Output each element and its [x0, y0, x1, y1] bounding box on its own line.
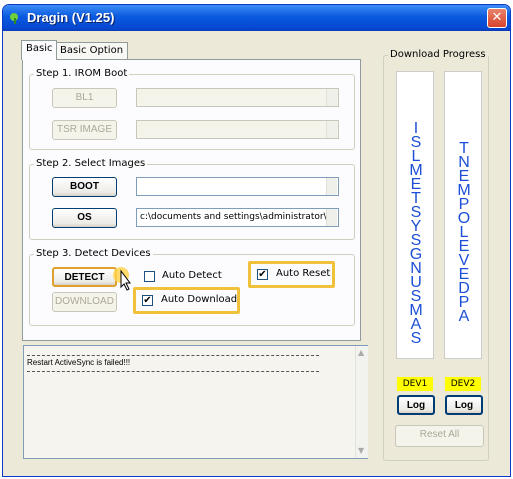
tab-panel-basic: Step 1. IROM Boot BL1 TSR IMAGE Step 2. …	[22, 59, 361, 341]
os-button[interactable]: OS	[52, 208, 117, 228]
step1-legend: Step 1. IROM Boot	[34, 68, 130, 79]
scroll-down-icon[interactable]: ▼	[358, 446, 364, 455]
bl1-path-field[interactable]	[136, 88, 339, 107]
auto-detect-label: Auto Detect	[162, 270, 222, 281]
auto-download-label: Auto Download	[161, 294, 238, 305]
download-progress-legend: Download Progress	[388, 49, 488, 60]
bl1-button[interactable]: BL1	[52, 88, 117, 108]
reset-all-button[interactable]: Reset All	[395, 425, 484, 447]
dev2-log-button[interactable]: Log	[445, 395, 483, 415]
detect-button[interactable]: DETECT	[52, 267, 117, 287]
os-path-field[interactable]: c:\documents and settings\administrator\…	[136, 208, 339, 227]
tab-basic[interactable]: Basic	[21, 40, 58, 60]
boot-path-field[interactable]	[136, 177, 339, 196]
close-button[interactable]: ✕	[487, 8, 507, 28]
tsr-field-scroll	[326, 121, 337, 138]
tsr-image-button[interactable]: TSR IMAGE	[52, 120, 117, 140]
step3-legend: Step 3. Detect Devices	[34, 248, 153, 259]
step2-legend: Step 2. Select Images	[34, 158, 148, 169]
bl1-field-scroll	[326, 89, 337, 106]
dev1-label: DEV1	[397, 377, 433, 391]
download-button[interactable]: DOWNLOAD	[52, 292, 117, 312]
dev2-label: DEV2	[445, 377, 481, 391]
boot-field-scroll	[326, 178, 337, 195]
close-icon: ✕	[491, 10, 503, 25]
log-line: Restart ActiveSync is failed!!!	[27, 358, 131, 367]
dev1-log-button[interactable]: Log	[397, 395, 435, 415]
dev1-progress-bar: ISLMETSYSGNUSMAS	[396, 71, 434, 359]
tsr-image-path-field[interactable]	[136, 120, 339, 139]
dev2-progress-text: TNEMPOLEVEDPA	[445, 141, 483, 325]
log-separator	[27, 355, 319, 356]
leaf-app-icon	[10, 13, 18, 24]
boot-button[interactable]: BOOT	[52, 177, 117, 197]
title-bar[interactable]: Dragin (V1.25) ✕	[3, 5, 510, 31]
step2-group	[29, 164, 355, 240]
auto-download-checkbox[interactable]: ✔	[142, 295, 153, 306]
progress-char: A	[458, 308, 470, 325]
app-window: Dragin (V1.25) ✕ Basic Basic Option Step…	[2, 4, 511, 477]
auto-reset-label: Auto Reset	[276, 268, 331, 279]
log-output[interactable]: Restart ActiveSync is failed!!! ▲ ▼	[23, 345, 368, 459]
auto-reset-checkbox[interactable]: ✔	[257, 269, 268, 280]
progress-char: S	[410, 330, 422, 347]
log-separator	[27, 371, 319, 372]
dev1-progress-text: ISLMETSYSGNUSMAS	[397, 121, 435, 347]
dev2-progress-bar: TNEMPOLEVEDPA	[444, 71, 482, 359]
auto-detect-checkbox[interactable]	[144, 271, 155, 282]
os-field-scroll	[326, 209, 337, 226]
window-title: Dragin (V1.25)	[27, 10, 115, 25]
log-scrollbar[interactable]: ▲ ▼	[355, 346, 368, 458]
tab-basic-option[interactable]: Basic Option	[55, 42, 129, 60]
scroll-up-icon[interactable]: ▲	[358, 348, 364, 357]
